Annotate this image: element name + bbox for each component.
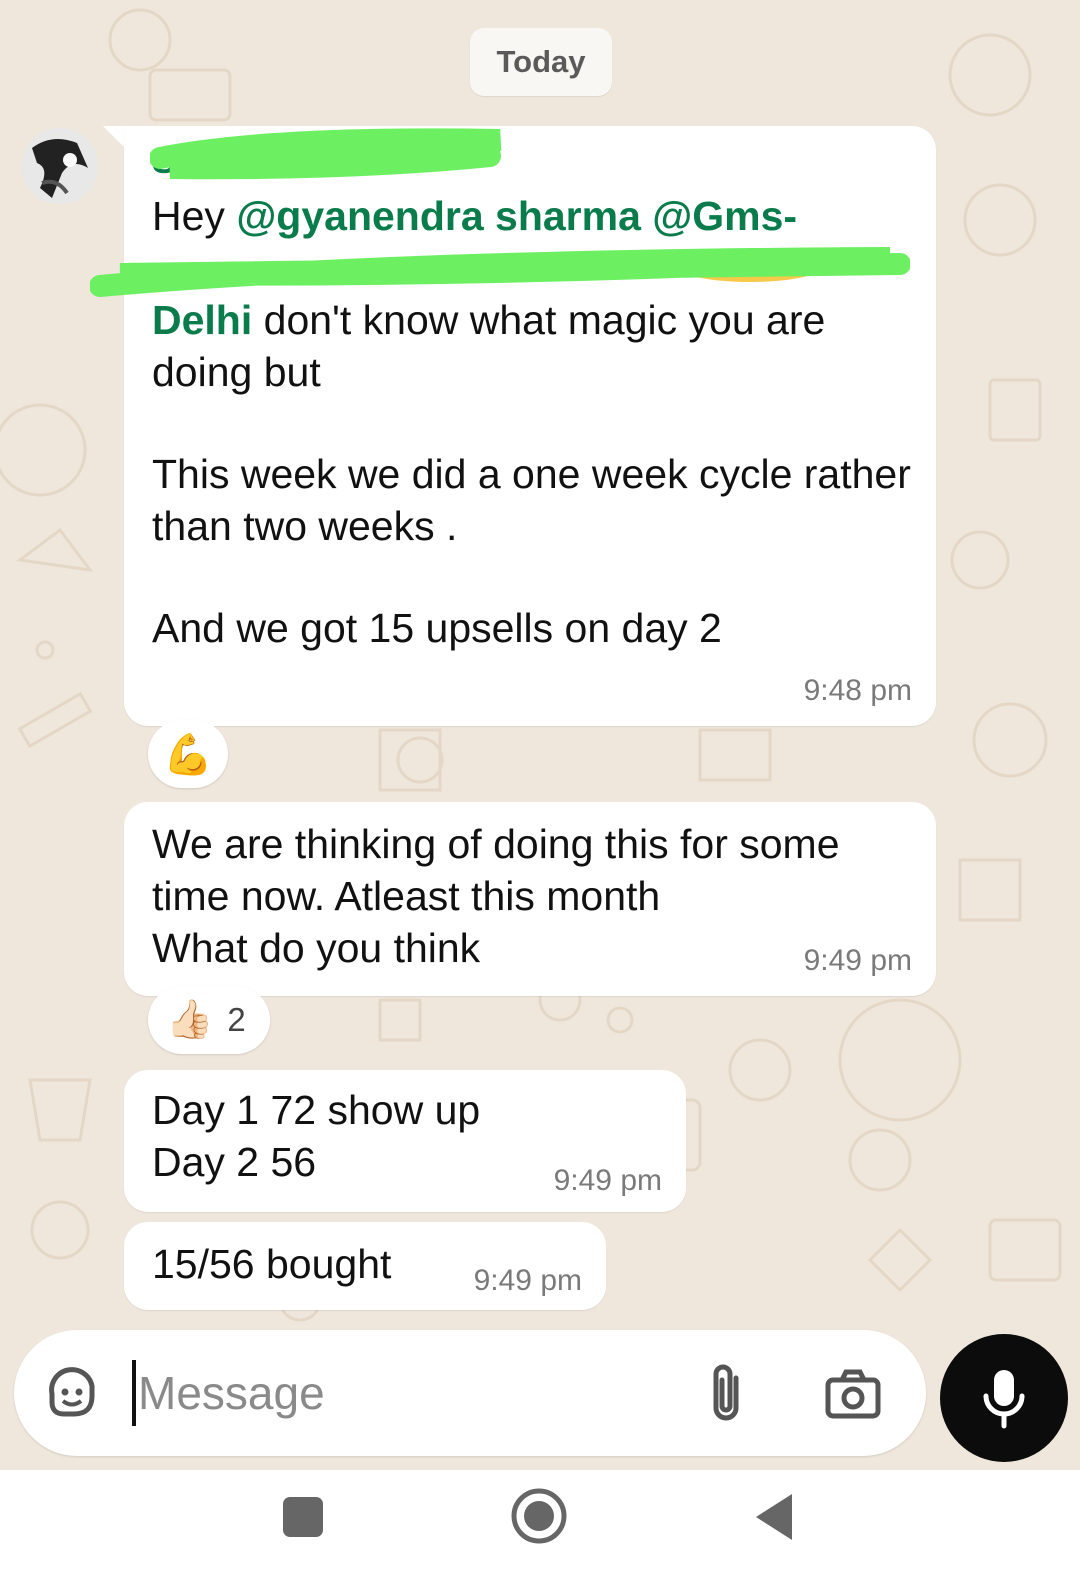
mic-button[interactable] xyxy=(940,1334,1068,1462)
reaction-pill-1[interactable]: 💪 xyxy=(148,720,228,788)
message-para-3: And we got 15 upsells on day 2 xyxy=(152,605,722,651)
message-text-1: Hey @gyanendra sharma @Gms- xyxy=(152,190,912,242)
nav-recents-icon[interactable] xyxy=(282,1496,324,1538)
reaction-pill-2[interactable]: 👍🏻 2 xyxy=(148,986,270,1054)
sticker-icon[interactable] xyxy=(44,1366,102,1424)
message-time: 9:48 pm xyxy=(803,674,912,707)
message-time: 9:49 pm xyxy=(473,1264,582,1297)
message-text-2: We are thinking of doing this for some t… xyxy=(152,821,840,971)
mention-gyanendra[interactable]: @gyanendra sharma xyxy=(236,193,641,239)
camera-icon[interactable] xyxy=(824,1368,882,1420)
message-bubble-2[interactable]: We are thinking of doing this for some t… xyxy=(124,802,936,996)
bubble-tail xyxy=(103,126,125,148)
message-time: 9:49 pm xyxy=(553,1164,662,1197)
message-input[interactable] xyxy=(132,1360,692,1426)
sender-name[interactable]: S xyxy=(152,140,176,182)
message-text-hey: Hey xyxy=(152,193,237,239)
sender-avatar[interactable] xyxy=(22,128,98,204)
system-nav-bar xyxy=(0,1470,1080,1592)
message-time: 9:49 pm xyxy=(803,944,912,977)
avatar-image xyxy=(22,128,98,204)
mention-delhi[interactable]: Delhi xyxy=(152,297,252,343)
date-chip: Today xyxy=(470,28,612,96)
message-bubble-1[interactable]: S Hey @gyanendra sharma @Gms- Delhi don'… xyxy=(124,126,936,726)
mention-gms[interactable]: @Gms- xyxy=(652,193,797,239)
reaction-emoji: 👍🏻 xyxy=(166,999,214,1041)
message-composer xyxy=(14,1330,926,1456)
reaction-emoji: 💪 xyxy=(163,732,213,777)
attach-icon[interactable] xyxy=(706,1362,746,1426)
message-para-2: This week we did a one week cycle rather… xyxy=(152,451,923,549)
nav-home-icon[interactable] xyxy=(510,1487,568,1545)
message-text-4: 15/56 bought xyxy=(152,1241,392,1287)
message-bubble-3[interactable]: Day 1 72 show up Day 2 56 9:49 pm xyxy=(124,1070,686,1212)
chat-area[interactable]: Today S Hey @gyanendra sharma @Gms- Delh… xyxy=(0,0,1080,1470)
nav-back-icon[interactable] xyxy=(752,1492,794,1542)
reaction-count: 2 xyxy=(227,1001,246,1038)
message-text-1b: Delhi don't know what magic you are doin… xyxy=(152,294,912,398)
message-text-cont: don't know what magic you are doing but xyxy=(152,297,837,395)
mic-icon xyxy=(983,1370,1025,1429)
message-bubble-4[interactable]: 15/56 bought 9:49 pm xyxy=(124,1222,606,1310)
